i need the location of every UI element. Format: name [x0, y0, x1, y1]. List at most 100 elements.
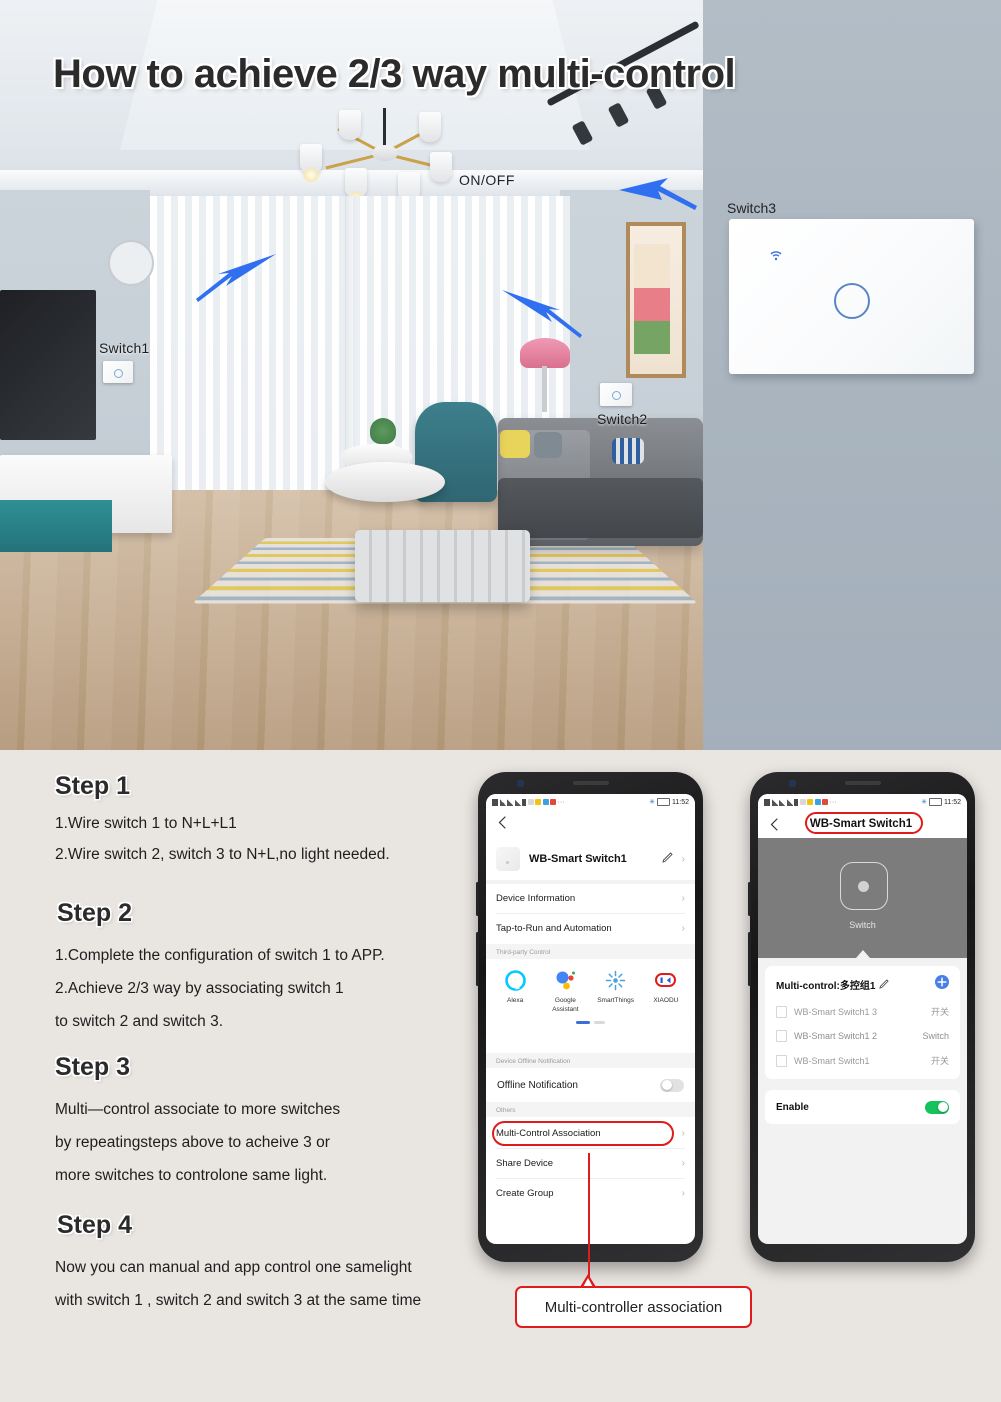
device-thumb-icon — [776, 1005, 787, 1018]
back-button[interactable] — [496, 816, 509, 829]
wall-clock — [108, 240, 154, 286]
step-1-line-2: 2.Wire switch 2, switch 3 to N+L,no ligh… — [55, 846, 390, 863]
multi-control-highlight — [492, 1121, 674, 1146]
teal-cabinet — [0, 500, 112, 552]
pencil-icon[interactable] — [879, 976, 890, 994]
menu-item-device-information[interactable]: Device Information › — [486, 884, 695, 913]
onoff-label: ON/OFF — [459, 172, 515, 188]
offline-notification-row[interactable]: Offline Notification — [486, 1070, 695, 1100]
carousel-dots[interactable] — [486, 1016, 695, 1031]
phone-right-screen: ··· ✳ 11:52 WB-Smart Switch1 Switch Mult… — [758, 794, 967, 1244]
switch3-touch-button — [834, 283, 870, 319]
carousel-dot[interactable] — [594, 1021, 605, 1024]
status-bar-left-icons: ··· — [492, 798, 565, 806]
coffee-table — [325, 462, 445, 502]
chevron-right-icon: › — [681, 893, 685, 904]
third-party-smartthings[interactable]: SmartThings — [593, 968, 639, 1005]
third-party-google-assistant[interactable]: Google Assistant — [542, 968, 588, 1014]
group-row[interactable]: WB-Smart Switch1 3 开关 — [765, 999, 960, 1024]
menu-item-create-group[interactable]: Create Group › — [486, 1179, 695, 1208]
phone-side-button[interactable] — [748, 882, 751, 916]
group-row-name: WB-Smart Switch1 — [794, 1055, 870, 1066]
carousel-dot-active[interactable] — [576, 1021, 590, 1024]
offline-header: Device Offline Notification — [486, 1053, 695, 1068]
enable-toggle[interactable] — [925, 1100, 949, 1114]
chevron-right-icon: › — [681, 1158, 685, 1169]
enable-label: Enable — [776, 1101, 809, 1113]
group-row-value: Switch — [922, 1031, 949, 1041]
device-chevron[interactable]: › — [682, 854, 685, 865]
third-party-xiaodu[interactable]: XIAODU — [643, 968, 689, 1005]
step-2-title: Step 2 — [57, 899, 133, 927]
battery-icon — [657, 798, 670, 806]
signal-icon — [771, 798, 778, 806]
more-icon: ··· — [557, 798, 565, 806]
ottoman — [355, 530, 530, 602]
notification-icon — [807, 799, 813, 805]
front-camera-icon — [790, 781, 795, 786]
sim-icon — [764, 798, 770, 806]
phone-left: ··· ✳ 11:52 WB-Smart Switch1 › Device In… — [476, 772, 703, 1262]
notification-icon — [799, 799, 806, 805]
group-row[interactable]: WB-Smart Switch1 开关 — [765, 1048, 960, 1073]
third-party-grid: Alexa Google Assistant SmartThings XIAOD… — [486, 959, 695, 1031]
throw-pillow — [500, 430, 530, 458]
pencil-icon[interactable] — [661, 850, 673, 868]
callout-text: Multi-controller association — [544, 1298, 723, 1316]
device-thumbnail — [496, 847, 520, 871]
phone-side-button[interactable] — [476, 882, 479, 916]
pointer-arrow-right — [500, 288, 582, 346]
switch2-label: Switch2 — [597, 411, 648, 427]
menu-item-share-device[interactable]: Share Device › — [486, 1149, 695, 1178]
sim-icon — [492, 798, 498, 806]
step-3-line-1: Multi—control associate to more switches — [55, 1101, 341, 1118]
throw-pillow — [534, 432, 562, 458]
signal-icon — [507, 798, 513, 806]
step-1-line-1: 1.Wire switch 1 to N+L+L1 — [55, 815, 237, 832]
phone-left-screen: ··· ✳ 11:52 WB-Smart Switch1 › Device In… — [486, 794, 695, 1244]
step-1-title: Step 1 — [55, 772, 131, 800]
menu-item-label: Device Information — [496, 893, 576, 904]
third-party-header: Third-party Control — [486, 944, 695, 959]
step-2-line-1: 1.Complete the configuration of switch 1… — [55, 947, 385, 964]
back-button[interactable] — [768, 817, 781, 831]
group-header: Multi-control:多控组1 — [765, 966, 960, 999]
battery-icon — [929, 798, 942, 806]
wifi-icon — [786, 798, 793, 806]
potted-plant — [370, 418, 396, 444]
alexa-icon — [503, 968, 527, 992]
callout-box: Multi-controller association — [515, 1286, 752, 1328]
group-row-name: WB-Smart Switch1 2 — [794, 1031, 878, 1041]
notification-icon — [550, 799, 556, 805]
switch-tile-icon[interactable] — [839, 862, 888, 910]
living-room-photo: Switch1 Switch2 ON/OFF — [0, 0, 703, 750]
third-party-alexa[interactable]: Alexa — [492, 968, 538, 1005]
group-row-value: 开关 — [930, 1056, 949, 1066]
bluetooth-icon: ✳ — [921, 799, 927, 806]
group-row[interactable]: WB-Smart Switch1 2 Switch — [765, 1024, 960, 1048]
plus-circle-icon[interactable] — [935, 975, 949, 994]
step-2-line-2: 2.Achieve 2/3 way by associating switch … — [55, 980, 344, 997]
device-header[interactable]: WB-Smart Switch1 › — [486, 840, 695, 878]
notification-icon — [535, 799, 541, 805]
more-icon: ··· — [829, 798, 837, 806]
step-3-title: Step 3 — [55, 1053, 131, 1081]
chevron-right-icon: › — [681, 923, 685, 934]
hero-banner: Switch1 Switch2 ON/OFF How to achieve 2/… — [0, 0, 1001, 750]
phone-side-button[interactable] — [476, 932, 479, 986]
throw-pillow — [612, 438, 644, 464]
device-name: WB-Smart Switch1 — [529, 853, 627, 865]
front-camera-icon — [518, 781, 523, 786]
earpiece-speaker — [572, 781, 609, 785]
wall-art-canvas — [634, 244, 670, 354]
phone-side-button[interactable] — [748, 932, 751, 986]
chevron-right-icon: › — [681, 1188, 685, 1199]
menu-item-tap-to-run[interactable]: Tap-to-Run and Automation › — [486, 914, 695, 943]
signal-icon — [499, 798, 506, 806]
menu-item-label: Tap-to-Run and Automation — [496, 923, 612, 934]
offline-notification-toggle[interactable] — [660, 1078, 684, 1092]
floor-lamp-stem — [542, 366, 547, 412]
step-3-line-2: by repeatingsteps above to acheive 3 or — [55, 1134, 330, 1151]
bluetooth-icon: ✳ — [649, 799, 655, 806]
chandelier-hub — [372, 145, 398, 161]
